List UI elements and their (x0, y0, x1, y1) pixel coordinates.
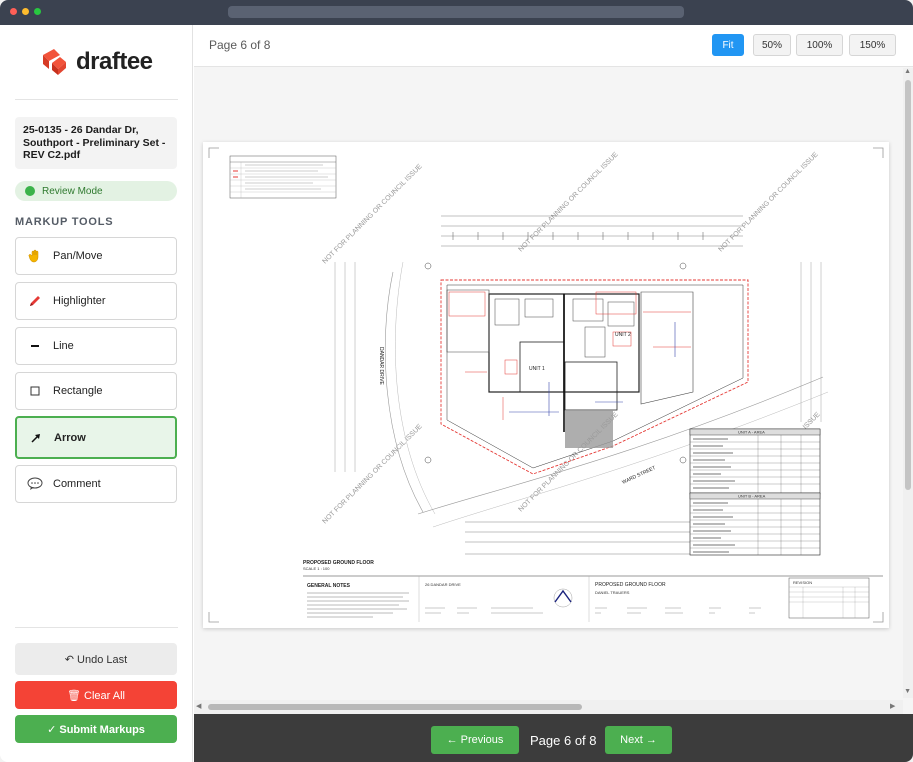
area-table-b: UNIT B - AREA (689, 492, 821, 556)
svg-text:UNIT A - AREA: UNIT A - AREA (738, 430, 765, 435)
pdf-viewport[interactable]: NOT FOR PLANNING OR COUNCIL ISSUE NOT FO… (194, 68, 913, 714)
tool-label: Rectangle (53, 385, 103, 397)
next-page-button[interactable]: Next → (605, 726, 672, 754)
pagination-bar: ← Previous Page 6 of 8 Next → (194, 714, 913, 762)
zoom-fit-button[interactable]: Fit (712, 34, 744, 56)
sidebar: draftee 25-0135 - 26 Dandar Dr, Southpor… (0, 25, 193, 762)
markup-tools-heading: MARKUP TOOLS (15, 216, 114, 228)
close-window-button[interactable] (10, 8, 17, 15)
address-bar[interactable] (228, 6, 684, 18)
tool-label: Highlighter (53, 295, 106, 307)
app-window: draftee 25-0135 - 26 Dandar Dr, Southpor… (0, 0, 913, 762)
previous-page-button[interactable]: ← Previous (431, 726, 519, 754)
tool-label: Pan/Move (53, 250, 103, 262)
scroll-right-arrow-icon[interactable]: ▶ (890, 702, 895, 710)
zoom-100-button[interactable]: 100% (796, 34, 843, 56)
document-area: Page 6 of 8 Fit 50% 100% 150% NOT FOR PL… (194, 25, 913, 762)
project-address: 26 DANDAR DRIVE (425, 582, 461, 587)
tool-arrow[interactable]: Arrow (15, 416, 177, 459)
watermark-text: NOT FOR PLANNING OR COUNCIL ISSUE (517, 151, 620, 254)
revision-title: REVISION (793, 580, 812, 585)
file-name-card: 25-0135 - 26 Dandar Dr, Southport - Prel… (15, 117, 177, 169)
file-name: 25-0135 - 26 Dandar Dr, Southport - Prel… (23, 124, 166, 161)
tool-highlighter[interactable]: Highlighter (15, 282, 177, 320)
general-notes-title: GENERAL NOTES (307, 583, 351, 589)
page-indicator: Page 6 of 8 (209, 38, 271, 52)
submit-markups-button[interactable]: ✓ Submit Markups (15, 715, 177, 743)
tool-label: Line (53, 340, 74, 352)
scroll-down-arrow-icon[interactable]: ▼ (904, 688, 911, 695)
scroll-up-arrow-icon[interactable]: ▲ (904, 68, 911, 75)
speech-bubble-icon (26, 475, 44, 493)
title-bar (0, 0, 913, 25)
watermark-text: NOT FOR PLANNING OR COUNCIL ISSUE (717, 151, 820, 254)
tool-rectangle[interactable]: Rectangle (15, 372, 177, 410)
street-name-left: DANDAR DRIVE (378, 347, 384, 385)
square-icon (26, 382, 44, 400)
divider (15, 99, 178, 100)
brand-name: draftee (76, 48, 153, 75)
floor-plan-drawing: NOT FOR PLANNING OR COUNCIL ISSUE NOT FO… (208, 147, 884, 623)
title-block: GENERAL NOTES 26 DANDAR DRIVE PROPOSED G… (303, 575, 883, 622)
brand-logo: draftee (40, 45, 153, 79)
hand-icon (26, 247, 44, 265)
pagination-label: Page 6 of 8 (530, 733, 597, 748)
watermark-text: NOT FOR PLANNING OR COUNCIL ISSUE (321, 423, 424, 526)
viewer-toolbar: Page 6 of 8 Fit 50% 100% 150% (194, 25, 913, 67)
draftee-logo-icon (40, 47, 70, 77)
scroll-left-arrow-icon[interactable]: ◀ (196, 702, 201, 710)
watermark-text: NOT FOR PLANNING OR COUNCIL ISSUE (321, 163, 424, 266)
minimize-window-button[interactable] (22, 8, 29, 15)
svg-text:UNIT B - AREA: UNIT B - AREA (738, 494, 766, 499)
client-name: DANIEL TRAUERS (595, 590, 630, 595)
clear-all-button[interactable]: 🗑 Clear All (15, 681, 177, 709)
zoom-50-button[interactable]: 50% (753, 34, 791, 56)
tool-label: Comment (53, 478, 101, 490)
tool-comment[interactable]: Comment (15, 465, 177, 503)
line-icon (26, 337, 44, 355)
undo-last-button[interactable]: ↶ Undo Last (15, 643, 177, 675)
street-name-bottom: WARD STREET (621, 465, 656, 486)
sheet-title: PROPOSED GROUND FLOOR (595, 582, 666, 588)
horizontal-scrollbar-thumb[interactable] (208, 704, 582, 710)
divider (15, 627, 178, 628)
pdf-page[interactable]: NOT FOR PLANNING OR COUNCIL ISSUE NOT FO… (203, 142, 889, 628)
unit-1-label: UNIT 1 (529, 366, 545, 372)
maximize-window-button[interactable] (34, 8, 41, 15)
review-mode-badge: Review Mode (15, 181, 177, 201)
mode-label: Review Mode (42, 185, 103, 197)
vertical-scrollbar-thumb[interactable] (905, 80, 911, 490)
zoom-150-button[interactable]: 150% (849, 34, 896, 56)
arrow-icon (27, 429, 45, 447)
status-dot-icon (25, 186, 35, 196)
unit-2-label: UNIT 2 (615, 332, 631, 338)
area-table-a: UNIT A - AREA (689, 428, 821, 495)
tool-line[interactable]: Line (15, 327, 177, 365)
highlighter-pen-icon (26, 292, 44, 310)
tool-label: Arrow (54, 431, 86, 444)
plan-scale: SCALE 1 : 100 (303, 566, 330, 571)
tool-pan-move[interactable]: Pan/Move (15, 237, 177, 275)
